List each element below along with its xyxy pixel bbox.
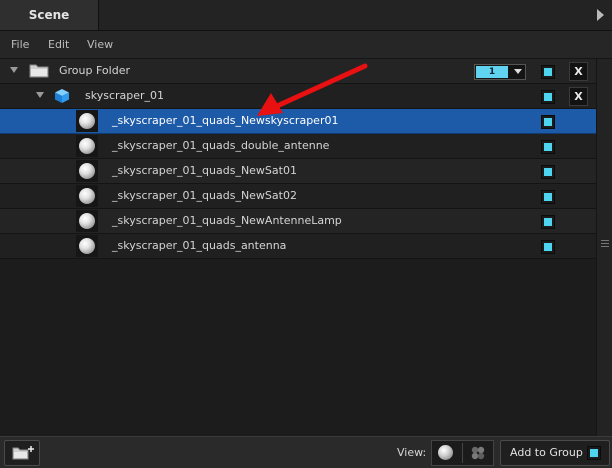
child-label: _skyscraper_01_quads_NewAntenneLamp [112, 214, 342, 227]
sphere-icon [79, 238, 95, 254]
visibility-toggle[interactable] [541, 165, 555, 179]
scene-tree: Group Folder 1 X skyscraper_01 X _skyscr… [0, 59, 596, 259]
new-folder-icon [12, 446, 34, 460]
visibility-toggle[interactable] [541, 140, 555, 154]
sphere-icon [79, 188, 95, 204]
sphere-icon-frame [76, 160, 98, 182]
group-folder-label: Group Folder [59, 64, 130, 77]
add-to-group-label: Add to Group [510, 446, 583, 459]
folder-icon [29, 64, 49, 78]
chevron-down-icon [514, 69, 522, 74]
panel-titlebar: Scene [0, 0, 612, 31]
tab-scene[interactable]: Scene [0, 0, 99, 30]
expand-arrow-icon[interactable] [10, 67, 18, 73]
menu-bar: File Edit View [0, 31, 612, 59]
layer-dropdown[interactable]: 1 [474, 64, 526, 80]
menu-edit[interactable]: Edit [48, 38, 69, 51]
scroll-grip-icon[interactable] [601, 240, 609, 249]
tree-row-skyscraper[interactable]: skyscraper_01 X [0, 84, 596, 109]
child-label: _skyscraper_01_quads_Newskyscraper01 [112, 114, 339, 127]
tree-row-child[interactable]: _skyscraper_01_quads_Newskyscraper01 [0, 109, 596, 134]
sphere-icon [79, 113, 95, 129]
tree-row-child[interactable]: _skyscraper_01_quads_NewSat01 [0, 159, 596, 184]
view-divider [462, 443, 463, 463]
view-mode-group [431, 440, 494, 466]
remove-object-button[interactable]: X [569, 87, 588, 106]
panel-menu-arrow-icon[interactable] [597, 9, 604, 21]
menu-view[interactable]: View [87, 38, 113, 51]
object-label: skyscraper_01 [85, 89, 165, 102]
child-label: _skyscraper_01_quads_double_antenne [112, 139, 330, 152]
vertical-scrollbar[interactable] [596, 59, 612, 436]
visibility-toggle[interactable] [541, 240, 555, 254]
layer-value: 1 [476, 66, 508, 78]
child-label: _skyscraper_01_quads_antenna [112, 239, 287, 252]
cluster-view-icon[interactable] [470, 445, 486, 461]
menu-file[interactable]: File [11, 38, 29, 51]
sphere-icon [79, 213, 95, 229]
bottom-toolbar: View: Add to Group [0, 436, 612, 468]
expand-arrow-icon[interactable] [36, 92, 44, 98]
tab-scene-label: Scene [28, 8, 70, 22]
add-to-group-button[interactable]: Add to Group [500, 440, 610, 466]
sphere-icon-frame [76, 210, 98, 232]
sphere-icon-frame [76, 235, 98, 257]
cube-icon [55, 89, 69, 103]
add-to-group-checkbox[interactable] [587, 446, 601, 460]
tree-empty-area [0, 259, 596, 436]
visibility-toggle[interactable] [541, 65, 555, 79]
remove-group-button[interactable]: X [569, 62, 588, 81]
sphere-icon-frame [76, 185, 98, 207]
sphere-icon [79, 163, 95, 179]
child-label: _skyscraper_01_quads_NewSat02 [112, 189, 297, 202]
new-folder-button[interactable] [4, 440, 40, 466]
tree-row-child[interactable]: _skyscraper_01_quads_NewSat02 [0, 184, 596, 209]
tree-row-child[interactable]: _skyscraper_01_quads_NewAntenneLamp [0, 209, 596, 234]
visibility-toggle[interactable] [541, 90, 555, 104]
view-label: View: [397, 446, 427, 459]
sphere-icon-frame [76, 110, 98, 132]
sphere-icon-frame [76, 135, 98, 157]
visibility-toggle[interactable] [541, 190, 555, 204]
tree-row-group-folder[interactable]: Group Folder 1 X [0, 59, 596, 84]
sphere-view-icon[interactable] [438, 445, 453, 460]
child-label: _skyscraper_01_quads_NewSat01 [112, 164, 297, 177]
tree-row-child[interactable]: _skyscraper_01_quads_antenna [0, 234, 596, 259]
visibility-toggle[interactable] [541, 115, 555, 129]
visibility-toggle[interactable] [541, 215, 555, 229]
tree-row-child[interactable]: _skyscraper_01_quads_double_antenne [0, 134, 596, 159]
sphere-icon [79, 138, 95, 154]
